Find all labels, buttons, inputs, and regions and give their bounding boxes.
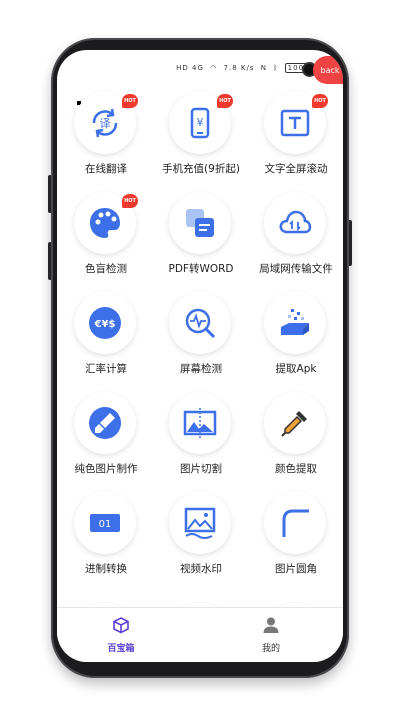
tool-icon-circle [169, 292, 231, 354]
box-icon [113, 617, 129, 634]
hot-badge: HOT [217, 94, 233, 108]
tool-icon-circle [264, 192, 326, 254]
tool-label: 手机充值(9折起) [162, 163, 240, 175]
color-dropper-icon [281, 411, 307, 437]
tool-icon-circle: ¥ HOT [169, 92, 233, 154]
tool-color-blind[interactable]: HOT 色盲检测 [58, 192, 154, 292]
tool-label: 色盲检测 [85, 263, 127, 275]
hot-badge: HOT [122, 94, 138, 108]
tool-label: 进制转换 [85, 563, 127, 575]
status-icons: HD 4G ◠ 7.8 K/s N ᛒ 100 [173, 63, 307, 73]
tool-text-scroll[interactable]: HOT 文字全屏滚动 [248, 92, 343, 192]
tool-label: 提取Apk [275, 363, 317, 375]
tool-translate[interactable]: 译 HOT 在线翻译 [58, 92, 154, 192]
tool-icon-circle: HOT [74, 192, 138, 254]
wifi-icon: ◠ [210, 64, 218, 72]
tool-phone-recharge[interactable]: ¥ HOT 手机充值(9折起) [153, 92, 249, 192]
tool-label: 汇率计算 [85, 363, 127, 375]
nav-mine-label: 我的 [261, 644, 280, 654]
text-scroll-icon [280, 109, 310, 137]
tool-video-watermark[interactable]: 视频水印 [153, 492, 249, 592]
image-split-icon [183, 408, 217, 438]
base-convert-text: 01 [99, 519, 112, 530]
tool-label: 纯色图片制作 [74, 463, 138, 475]
base-convert-icon: 01 [90, 514, 120, 532]
app-screen: HD 4G ◠ 7.8 K/s N ᛒ 100 back 译 HOT 在线翻译 [57, 50, 343, 662]
tool-icon-circle: 译 HOT [74, 92, 138, 154]
palette-icon [90, 208, 120, 238]
phone-recharge-icon: ¥ [190, 107, 210, 139]
tool-pdf-to-word[interactable]: PDF转WORD [153, 192, 249, 292]
tool-icon-circle: 01 [74, 492, 136, 554]
user-icon [263, 617, 279, 633]
round-corner-icon [282, 509, 309, 537]
tool-label: PDF转WORD [168, 263, 234, 275]
tool-label: 局域网传输文件 [259, 263, 333, 275]
svg-text:¥: ¥ [197, 116, 204, 129]
status-bar: HD 4G ◠ 7.8 K/s N ᛒ 100 back [57, 50, 343, 88]
network-icons: HD 4G [176, 64, 204, 72]
tool-icon-circle [74, 392, 136, 454]
nav-toolbox-label: 百宝箱 [107, 644, 135, 654]
tool-extract-apk[interactable]: 提取Apk [248, 292, 343, 392]
tool-round-corner[interactable]: 图片圆角 [248, 492, 343, 592]
currency-icon: €¥$ [89, 307, 121, 339]
translate-icon: 译 [92, 108, 118, 138]
tool-icon-circle [264, 392, 326, 454]
pdf-to-word-icon [186, 209, 214, 237]
nav-mine[interactable]: 我的 [231, 616, 311, 654]
nfc-icon: N [260, 64, 267, 72]
svg-text:€¥$: €¥$ [94, 319, 116, 330]
nav-toolbox[interactable]: 百宝箱 [81, 616, 161, 654]
tool-icon-circle: HOT [264, 92, 328, 154]
tool-color-extract[interactable]: 颜色提取 [248, 392, 343, 492]
back-button[interactable]: back [313, 56, 343, 84]
tool-screen-check[interactable]: 屏幕检测 [153, 292, 249, 392]
screen-check-icon [185, 308, 216, 339]
extract-apk-icon [281, 309, 309, 335]
tool-icon-circle [169, 192, 231, 254]
svg-text:译: 译 [100, 117, 111, 130]
tool-label: 在线翻译 [85, 163, 127, 175]
tool-icon-circle [169, 392, 231, 454]
tool-label: 颜色提取 [275, 463, 317, 475]
bottom-nav: 百宝箱 我的 [57, 607, 343, 662]
bluetooth-icon: ᛒ [273, 64, 279, 72]
tool-image-split[interactable]: 图片切割 [153, 392, 249, 492]
hot-badge: HOT [312, 94, 328, 108]
hot-badge: HOT [122, 194, 138, 208]
network-speed: 7.8 K/s [223, 64, 255, 72]
tool-base-convert[interactable]: 01 进制转换 [58, 492, 154, 592]
paint-brush-icon [89, 407, 121, 439]
tool-solid-image[interactable]: 纯色图片制作 [58, 392, 154, 492]
tool-icon-circle [169, 492, 231, 554]
tool-icon-circle [264, 292, 326, 354]
tool-label: 屏幕检测 [180, 363, 222, 375]
tool-icon-circle [264, 492, 326, 554]
tool-label: 图片圆角 [275, 563, 317, 575]
tool-label: 图片切割 [180, 463, 222, 475]
tool-lan-transfer[interactable]: 局域网传输文件 [248, 192, 343, 292]
tool-label: 文字全屏滚动 [264, 163, 328, 175]
video-watermark-icon [184, 507, 216, 539]
tool-icon-circle: €¥$ [74, 292, 136, 354]
tool-exchange-rate[interactable]: €¥$ 汇率计算 [58, 292, 154, 392]
cloud-transfer-icon [279, 210, 312, 234]
tool-label: 视频水印 [180, 563, 222, 575]
